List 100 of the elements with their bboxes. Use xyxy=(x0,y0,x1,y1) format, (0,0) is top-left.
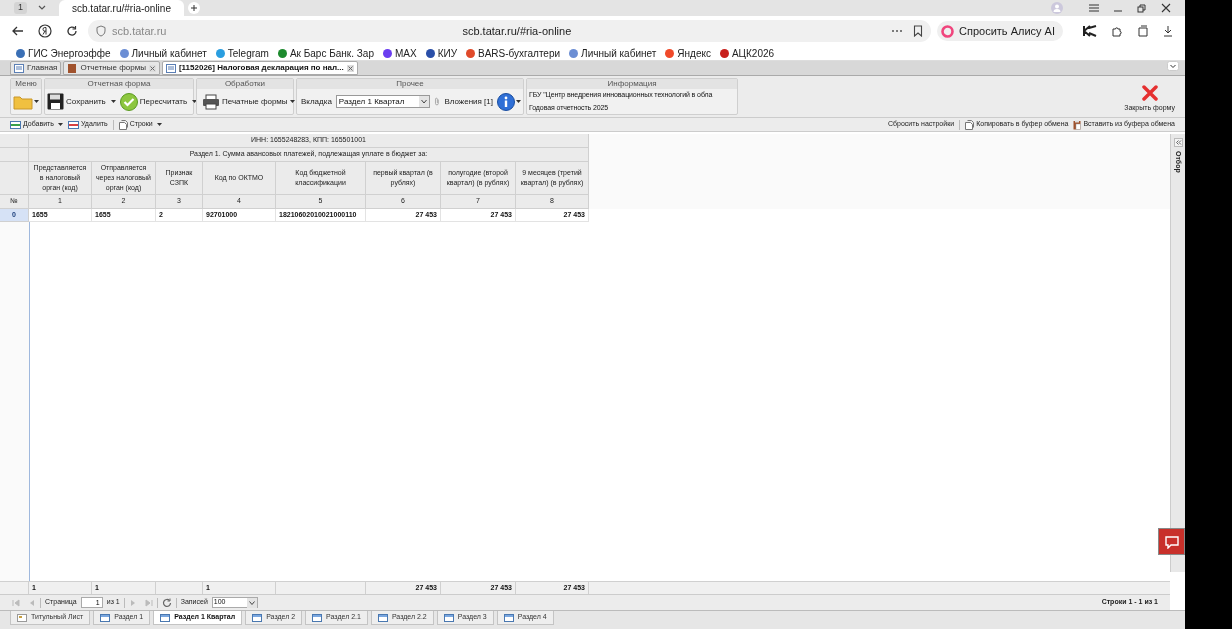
table-icon xyxy=(377,613,388,622)
field-label: Вкладка xyxy=(301,95,332,108)
chevron-down-icon[interactable] xyxy=(37,4,47,12)
more-icon[interactable] xyxy=(891,29,904,33)
address-field[interactable]: scb.tatar.ru scb.tatar.ru/#ria-online xyxy=(88,20,932,42)
site-icon xyxy=(382,48,392,58)
print-forms-button[interactable]: Печатные формы xyxy=(199,93,295,110)
table-icon xyxy=(100,613,111,622)
bookmark-link[interactable]: Telegram xyxy=(215,45,269,61)
yandex-icon[interactable] xyxy=(38,24,52,38)
table-icon xyxy=(312,613,323,622)
delete-row-icon xyxy=(67,119,79,130)
document-icon xyxy=(165,63,176,73)
table-icon xyxy=(503,613,514,622)
printer-icon xyxy=(202,93,220,110)
logo-icon[interactable] xyxy=(1083,25,1097,37)
attachments-link[interactable]: Вложения [1] xyxy=(444,95,493,108)
new-tab-icon[interactable] xyxy=(188,2,200,14)
paperclip-icon[interactable] xyxy=(434,96,441,107)
reload-icon[interactable] xyxy=(66,25,78,37)
caret-icon xyxy=(57,123,63,126)
site-icon xyxy=(119,48,129,58)
group-title: Отчетная форма xyxy=(87,78,151,90)
bookmark-link[interactable]: Личный кабинет xyxy=(119,45,207,61)
caret-icon xyxy=(156,123,162,126)
site-icon xyxy=(665,48,675,58)
address-text: scb.tatar.ru xyxy=(112,23,167,39)
bookmark-link[interactable]: Ак Барс Банк. Зар xyxy=(277,45,374,61)
header-cell xyxy=(0,134,29,148)
document-icon xyxy=(17,613,27,622)
save-button[interactable]: Сохранить xyxy=(47,93,116,110)
tab-title: scb.tatar.ru/#ria-online xyxy=(72,1,171,16)
bookmark-link[interactable]: MAX xyxy=(382,45,417,61)
info-icon xyxy=(497,92,515,111)
bookmark-link[interactable]: Яндекс xyxy=(665,45,711,61)
bookmark-link[interactable]: АЦК2026 xyxy=(719,45,775,61)
site-icon xyxy=(425,48,435,58)
circle-icon xyxy=(941,24,955,38)
site-icon xyxy=(569,48,579,58)
close-icon[interactable] xyxy=(148,64,156,72)
tab-label: [1152026] Налоговая декларация по нал... xyxy=(178,62,344,74)
tab-select[interactable]: Раздел 1 Квартал xyxy=(335,95,431,108)
table-icon xyxy=(443,613,454,622)
pages-icon xyxy=(118,119,128,130)
close-window-icon[interactable] xyxy=(1161,3,1171,13)
app-tab[interactable]: [1152026] Налоговая декларация по нал... xyxy=(161,61,358,75)
collapse-icon[interactable] xyxy=(1173,138,1183,147)
back-icon[interactable] xyxy=(12,26,24,36)
info-button[interactable] xyxy=(497,92,521,111)
shield-icon xyxy=(96,25,106,37)
download-icon[interactable] xyxy=(1163,25,1173,37)
site-icon xyxy=(215,48,225,58)
group-title: Прочее xyxy=(396,78,424,90)
site-icon xyxy=(719,48,729,58)
clipboard-icon xyxy=(1073,119,1082,130)
collections-icon[interactable] xyxy=(1137,25,1149,37)
group-title: Обработки xyxy=(224,78,266,90)
caret-icon xyxy=(110,100,116,103)
page-url: scb.tatar.ru/#ria-online xyxy=(462,23,572,39)
caret-icon xyxy=(34,100,39,103)
restore-icon[interactable] xyxy=(1137,3,1147,13)
caret-icon xyxy=(192,100,198,103)
refresh-icon[interactable] xyxy=(161,597,172,608)
check-icon xyxy=(119,92,138,111)
assistant-button[interactable]: Спросить Алису AI xyxy=(937,21,1063,41)
header-cell xyxy=(0,162,29,195)
group-title: Меню xyxy=(15,78,37,90)
menu-button[interactable] xyxy=(13,93,39,110)
copy-icon xyxy=(965,119,975,130)
tab-label: Главная xyxy=(27,62,58,74)
caret-icon xyxy=(516,100,521,103)
site-icon xyxy=(16,48,25,58)
bookmark-link[interactable]: Личный кабинет xyxy=(569,45,657,61)
bookmark-link[interactable]: КИУ xyxy=(425,45,457,61)
dropdown-icon xyxy=(419,96,430,107)
menu-icon[interactable] xyxy=(1089,4,1099,12)
add-row-icon xyxy=(10,119,21,130)
close-icon xyxy=(1141,84,1158,101)
browser-tab[interactable]: scb.tatar.ru/#ria-online xyxy=(59,0,184,16)
header-cell xyxy=(0,148,29,162)
recalculate-button[interactable]: Пересчитать xyxy=(119,92,198,111)
chevron-down-icon[interactable] xyxy=(1167,61,1179,71)
bookmark-link[interactable]: ГИС Энергоэффе xyxy=(16,45,111,61)
floppy-icon xyxy=(47,93,64,110)
caret-icon xyxy=(289,100,295,103)
tab-label: Отчетные формы xyxy=(80,62,146,74)
bookmark-icon[interactable] xyxy=(913,25,924,37)
app-tab[interactable]: Главная xyxy=(10,61,62,75)
folder-icon xyxy=(13,93,33,110)
close-icon[interactable] xyxy=(346,64,354,72)
table-icon xyxy=(160,613,171,622)
extensions-icon[interactable] xyxy=(1111,25,1123,37)
tab-count-badge[interactable]: 1 xyxy=(14,2,27,14)
bookmark-link[interactable]: BARS-бухгалтери xyxy=(466,45,561,61)
chat-icon xyxy=(1163,534,1180,549)
helper-button[interactable] xyxy=(1158,528,1185,555)
book-icon xyxy=(67,63,78,73)
app-tab[interactable]: Отчетные формы xyxy=(63,61,160,75)
site-icon xyxy=(277,48,287,58)
table-icon xyxy=(252,613,263,622)
